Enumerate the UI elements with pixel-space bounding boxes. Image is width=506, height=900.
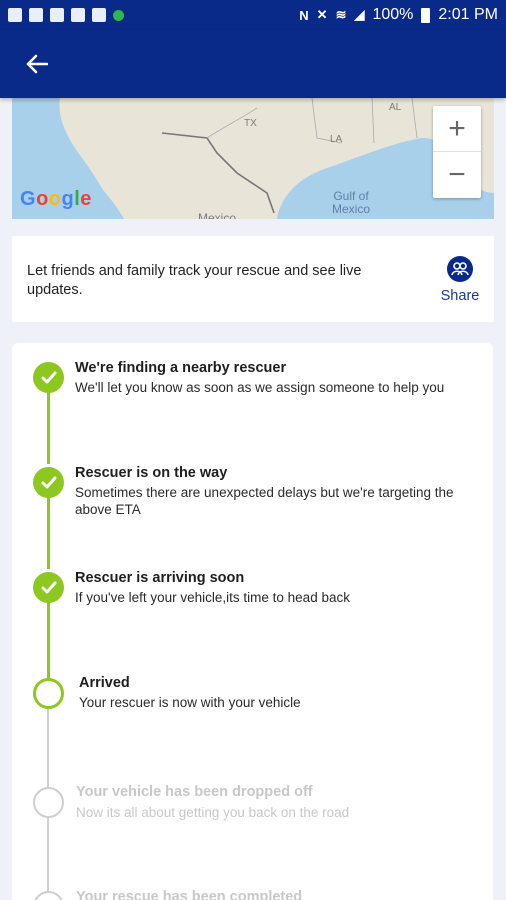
check-icon <box>33 467 64 498</box>
map-label-tx: TX <box>244 118 257 129</box>
step-title: Rescuer is arriving soon <box>75 570 245 586</box>
wifi-icon: ≋ <box>335 7 347 22</box>
arrow-left-icon <box>26 54 48 74</box>
map-label-mexico: Mexico <box>198 211 237 219</box>
share-tracking-card: Let friends and family track your rescue… <box>12 236 494 322</box>
status-bar: N ✕ ≋ ◢ 100% 2:01 PM <box>0 0 506 30</box>
document-notification-icon <box>92 8 106 22</box>
battery-icon <box>421 7 431 23</box>
current-step-circle-icon <box>33 678 64 709</box>
back-button[interactable] <box>20 47 54 81</box>
map-label-gulf: Gulf of Mexico <box>332 190 370 216</box>
share-message: Let friends and family track your rescue… <box>27 263 362 298</box>
check-icon <box>33 362 64 393</box>
step-description: Now its all about getting you back on th… <box>76 805 350 820</box>
pending-step-circle-icon <box>33 787 64 818</box>
clock: 2:01 PM <box>438 6 498 23</box>
mute-icon: ✕ <box>316 7 328 22</box>
map-label-la: LA <box>330 134 343 145</box>
google-logo: Google <box>20 188 92 210</box>
app-bar <box>0 30 506 98</box>
location-notification-icon <box>8 8 22 22</box>
app-notification-icon <box>113 9 124 21</box>
step-title: Arrived <box>79 675 130 691</box>
step-description: Sometimes there are unexpected delays bu… <box>75 485 454 517</box>
zoom-out-button[interactable]: − <box>433 152 481 198</box>
step-title: We're finding a nearby rescuer <box>75 360 287 376</box>
notification-icons <box>8 8 124 22</box>
system-status: N ✕ ≋ ◢ 100% 2:01 PM <box>299 6 498 24</box>
timeline-connector <box>47 818 49 900</box>
step-description: If you've left your vehicle,its time to … <box>75 590 350 605</box>
gulf-label-line2: Mexico <box>332 202 371 216</box>
battery-percent: 100% <box>372 6 414 23</box>
pending-step-circle-icon <box>33 891 64 900</box>
step-description: We'll let you know as soon as we assign … <box>75 380 445 395</box>
people-share-icon <box>447 256 473 282</box>
step-description: Your rescuer is now with your vehicle <box>79 695 301 710</box>
zoom-in-button[interactable]: + <box>433 106 481 152</box>
zoom-controls: + − <box>433 106 481 198</box>
signal-icon: ◢ <box>354 7 365 22</box>
location-notification-icon <box>71 8 85 22</box>
nfc-icon: N <box>299 7 309 23</box>
step-title: Your vehicle has been dropped off <box>76 784 313 800</box>
check-icon <box>33 572 64 603</box>
rescue-map[interactable]: TX LA AL GA Gulf of Mexico Mexico Google… <box>12 98 494 219</box>
youtube-notification-icon <box>29 8 43 22</box>
rescue-progress-timeline: We're finding a nearby rescuer We'll let… <box>12 343 493 900</box>
step-title: Your rescue has been completed <box>76 889 303 900</box>
step-title: Rescuer is on the way <box>75 465 228 481</box>
map-label-al: AL <box>389 102 402 113</box>
share-label: Share <box>440 288 480 304</box>
image-notification-icon <box>50 8 64 22</box>
share-button[interactable]: Share <box>434 256 486 304</box>
